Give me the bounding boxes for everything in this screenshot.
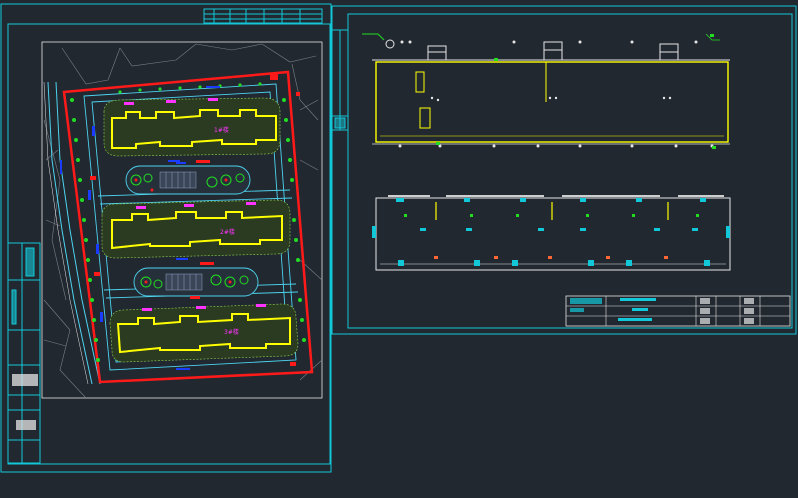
building-label-1: 1#楼 [214, 126, 229, 134]
cad-drawing-canvas[interactable]: 1#楼 2#楼 3#楼 [0, 0, 798, 498]
building-label-2: 2#楼 [220, 228, 235, 236]
site-plan[interactable]: 1#楼 2#楼 3#楼 [41, 41, 323, 399]
building-block-2[interactable]: 2#楼 [101, 199, 291, 259]
building-block-1[interactable]: 1#楼 [103, 97, 281, 157]
parking-island-2[interactable] [133, 262, 259, 299]
building-label-3: 3#楼 [224, 328, 239, 336]
building-block-3[interactable]: 3#楼 [109, 303, 299, 363]
